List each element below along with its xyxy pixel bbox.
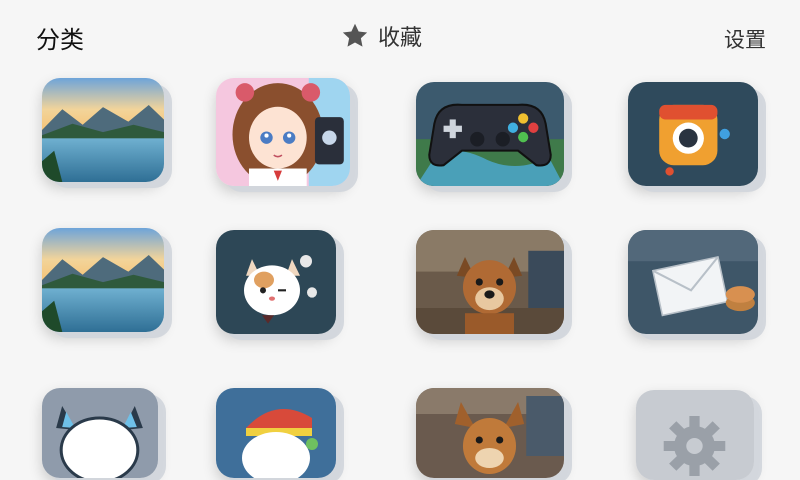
game-controller-app-icon[interactable]	[416, 82, 564, 186]
lake-landscape-icon	[42, 228, 164, 332]
mail-envelope-icon	[628, 230, 758, 334]
cat-mascot-app-icon[interactable]	[216, 230, 336, 334]
lake-landscape-icon	[42, 78, 164, 182]
anime-girl-app-icon[interactable]	[216, 78, 350, 186]
orange-camera-app-icon[interactable]	[628, 82, 758, 186]
lake-landscape-app-icon-2[interactable]	[42, 228, 164, 332]
gear-icon	[636, 390, 754, 480]
lake-landscape-app-icon[interactable]	[42, 78, 164, 182]
anime-girl-icon	[216, 78, 350, 186]
favorites-tab[interactable]: 收藏	[340, 20, 422, 52]
game-controller-icon	[416, 82, 564, 186]
star-icon	[342, 23, 368, 47]
orange-camera-icon	[628, 82, 758, 186]
cat-mascot-icon	[216, 230, 336, 334]
cat-red-hat-icon	[216, 388, 336, 478]
dog-photo-app-icon[interactable]	[416, 230, 564, 334]
cat-red-hat-app-icon[interactable]	[216, 388, 336, 478]
settings-gear-app-icon[interactable]	[636, 390, 754, 480]
white-cat-icon	[42, 388, 158, 478]
settings-tab[interactable]: 设置	[724, 24, 766, 54]
dog-photo-icon	[416, 230, 564, 334]
mail-envelope-app-icon[interactable]	[628, 230, 758, 334]
favorites-label: 收藏	[378, 26, 423, 51]
puppy-icon	[416, 388, 564, 478]
puppy-app-icon[interactable]	[416, 388, 564, 478]
category-tab[interactable]: 分类	[36, 20, 84, 55]
white-cat-app-icon[interactable]	[42, 388, 158, 478]
top-bar: 分类 收藏 设置	[0, 0, 800, 70]
